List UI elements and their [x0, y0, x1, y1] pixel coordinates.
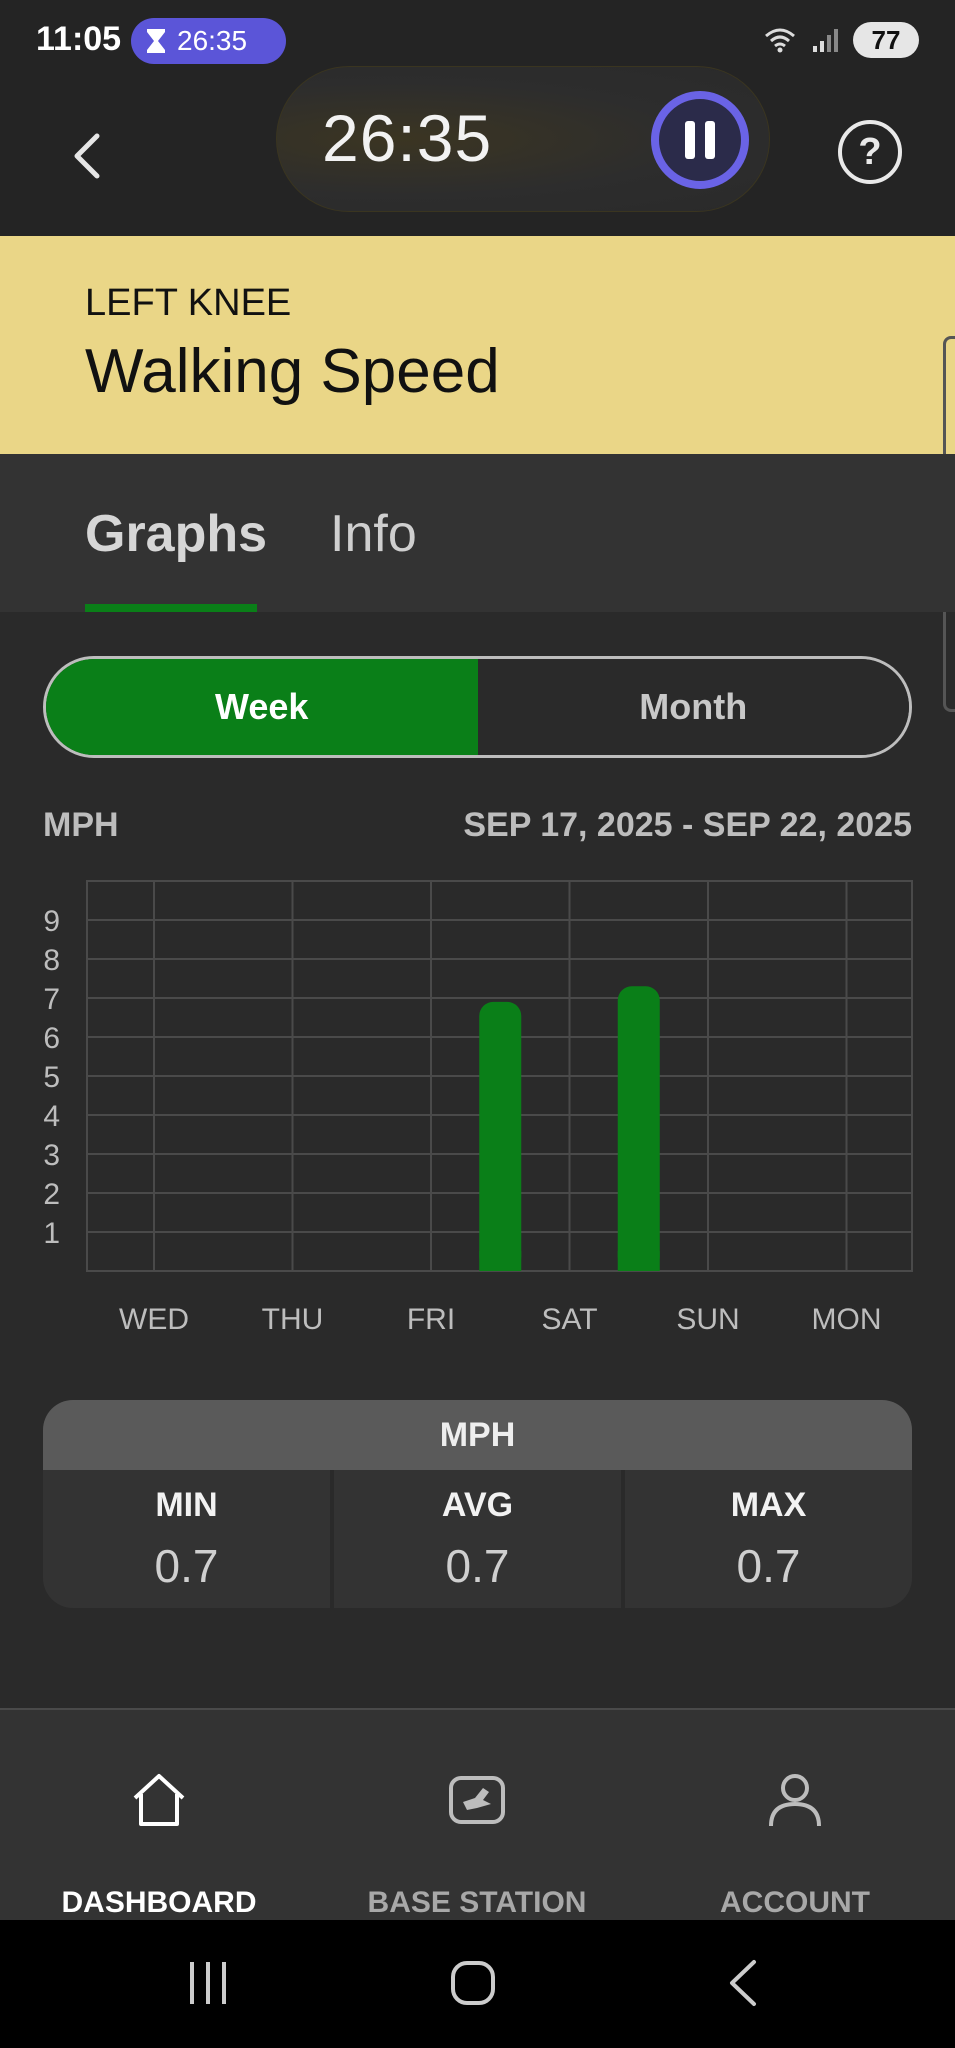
nav-dashboard[interactable]: DASHBOARD [0, 1710, 318, 1922]
x-tick-label: WED [119, 1303, 189, 1336]
stat-min-value: 0.7 [154, 1540, 219, 1592]
chart-unit-label: MPH [43, 806, 119, 844]
stat-min-label: MIN [155, 1486, 218, 1524]
y-tick-label: 5 [43, 1061, 60, 1094]
pause-icon-bar [705, 121, 715, 159]
tab-graphs[interactable]: Graphs [85, 504, 267, 564]
nav-account-label: ACCOUNT [720, 1886, 870, 1919]
page-title: Walking Speed [85, 337, 500, 406]
session-timer: 26:35 [322, 101, 493, 175]
pause-icon [685, 121, 695, 159]
stat-max-value: 0.7 [736, 1540, 801, 1592]
nav-dashboard-label: DASHBOARD [61, 1886, 257, 1919]
stat-max: MAX 0.7 [625, 1470, 912, 1608]
y-tick-label: 9 [43, 905, 60, 938]
active-tab-indicator [85, 604, 257, 612]
chart-bar-base [479, 1251, 522, 1271]
stat-avg-label: AVG [441, 1486, 514, 1524]
nav-account[interactable]: ACCOUNT [636, 1710, 954, 1922]
x-tick-label: SUN [676, 1303, 739, 1336]
y-tick-label: 7 [43, 983, 60, 1016]
x-tick-label: MON [812, 1303, 882, 1336]
y-tick-label: 1 [43, 1217, 60, 1250]
home-icon [133, 1774, 185, 1826]
signal-icon [813, 29, 838, 52]
stats-card: MPH MIN 0.7 AVG 0.7 MAX 0.7 [43, 1400, 912, 1608]
pause-button[interactable] [651, 91, 749, 189]
stats-header: MPH [43, 1400, 912, 1470]
status-indicators: 77 [763, 22, 919, 58]
walking-speed-chart: 1 2 3 4 5 6 7 8 9 WED THU FRI SAT SUN MON [0, 860, 955, 1340]
nav-base-station-label: BASE STATION [367, 1886, 587, 1919]
stat-min: MIN 0.7 [43, 1470, 334, 1608]
y-tick-label: 2 [43, 1178, 60, 1211]
hourglass-icon [147, 29, 165, 53]
y-tick-label: 8 [43, 944, 60, 977]
base-station-icon [449, 1776, 505, 1824]
help-button[interactable]: ? [838, 120, 902, 184]
y-tick-label: 3 [43, 1139, 60, 1172]
tab-info[interactable]: Info [330, 504, 417, 564]
chevron-left-icon [74, 133, 100, 179]
x-tick-label: THU [262, 1303, 324, 1336]
chart-svg: 1 2 3 4 5 6 7 8 9 WED THU FRI SAT SUN MON [43, 880, 913, 1336]
stat-max-label: MAX [730, 1486, 807, 1524]
stat-avg-value: 0.7 [445, 1540, 510, 1592]
status-time: 11:05 [36, 20, 122, 58]
chart-bar [479, 1001, 522, 1271]
status-timer-text: 26:35 [177, 25, 248, 56]
nav-base-station[interactable]: BASE STATION [318, 1710, 636, 1922]
x-tick-label: SAT [541, 1303, 597, 1336]
back-nav-icon[interactable] [724, 1958, 760, 2008]
month-option[interactable]: Month [477, 659, 909, 755]
chart-date-range: SEP 17, 2025 - SEP 22, 2025 [463, 806, 912, 844]
week-option[interactable]: Week [46, 659, 478, 755]
status-timer-chip[interactable]: 26:35 [131, 18, 286, 64]
bottom-navigation: DASHBOARD BASE STATION ACCOUNT [0, 1708, 955, 1920]
back-button[interactable] [62, 126, 112, 186]
y-tick-label: 4 [43, 1100, 60, 1133]
y-tick-label: 6 [43, 1022, 60, 1055]
page-subtitle: LEFT KNEE [85, 282, 292, 324]
wifi-icon [765, 28, 795, 53]
recent-apps-icon[interactable] [186, 1960, 230, 2006]
chart-bar [617, 986, 660, 1271]
tab-bar: Graphs Info [0, 454, 955, 612]
home-button-icon[interactable] [450, 1960, 496, 2006]
system-navigation-bar [0, 1920, 955, 2048]
period-toggle: Week Month [43, 656, 912, 758]
battery-indicator: 77 [853, 22, 919, 58]
chart-bar-base [617, 1251, 660, 1271]
stat-avg: AVG 0.7 [334, 1470, 625, 1608]
x-tick-label: FRI [407, 1303, 455, 1336]
title-banner: LEFT KNEE Walking Speed [0, 236, 955, 454]
stats-row: MIN 0.7 AVG 0.7 MAX 0.7 [43, 1470, 912, 1608]
user-icon [769, 1774, 821, 1827]
